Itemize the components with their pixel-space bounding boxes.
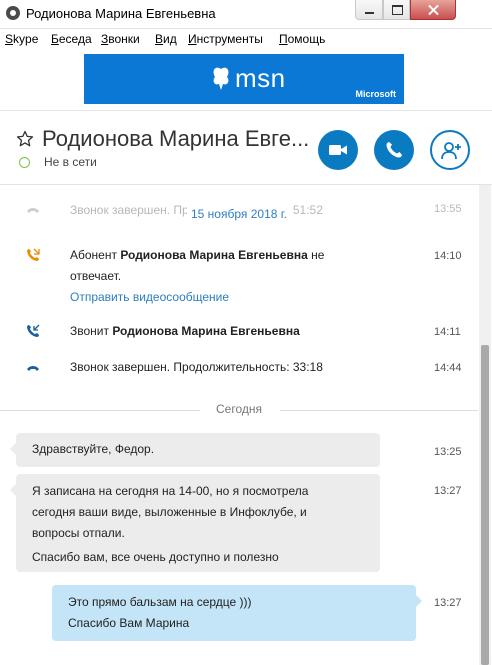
skype-app-icon [6, 6, 20, 20]
missed-call-icon [27, 248, 40, 261]
presence-status-text: Не в сети [44, 155, 97, 169]
window-title-bar[interactable]: Родионова Марина Евгеньевна [0, 0, 492, 29]
message-time: 13:27 [434, 485, 462, 497]
message-text: Спасибо вам, все очень доступно и полезн… [32, 550, 279, 564]
incoming-call-icon [27, 324, 40, 337]
event-time: 14:10 [434, 250, 462, 262]
message-bubble-incoming[interactable]: Здравствуйте, Федор. [10, 433, 380, 467]
menu-view[interactable]: Вид [155, 32, 177, 46]
ad-vendor: Microsoft [355, 89, 397, 99]
message-time: 13:25 [434, 446, 462, 458]
header-divider [0, 110, 492, 111]
date-label: 15 ноября 2018 г. [0, 207, 478, 221]
presence-status-icon [19, 157, 30, 168]
message-text: Спасибо Вам Марина [68, 616, 190, 630]
phone-icon [386, 142, 402, 158]
event-time: 14:11 [434, 326, 461, 338]
contact-name: Родионова Марина Евге... [42, 126, 310, 151]
event-time: 14:44 [434, 362, 462, 374]
message-bubble-outgoing[interactable]: Это прямо бальзам на сердце ))) Спасибо … [52, 585, 422, 641]
menu-skype[interactable]: Skype [5, 32, 38, 46]
caller-name: Родионова Марина Евгеньевна [120, 248, 308, 262]
send-video-message-link[interactable]: Отправить видеосообщение [70, 290, 229, 304]
window-title: Родионова Марина Евгеньевна [26, 6, 216, 21]
add-contact-icon [441, 142, 461, 160]
conversation-history[interactable]: Звонок завершен. Продолжительность: 51:5… [0, 185, 478, 665]
today-label: Сегодня [216, 402, 262, 416]
call-ended-event: Звонок завершен. Продолжительность: 33:1… [70, 360, 323, 374]
minimize-button[interactable] [355, 0, 383, 20]
favorite-star-icon[interactable] [16, 130, 34, 148]
menu-tools[interactable]: Инструменты [188, 32, 263, 46]
message-bubble-incoming[interactable]: Я записана на сегодня на 14-00, но я пос… [10, 474, 380, 572]
message-time: 13:27 [434, 597, 462, 609]
message-text: Здравствуйте, Федор. [32, 442, 155, 456]
audio-call-button[interactable] [374, 130, 414, 170]
video-call-button[interactable] [318, 130, 358, 170]
menu-calls[interactable]: Звонки [101, 32, 140, 46]
message-text: вопросы отпали. [32, 526, 125, 540]
ad-banner[interactable]: msn Microsoft [84, 54, 404, 104]
caller-name: Родионова Марина Евгеньевна [112, 324, 300, 338]
close-button[interactable] [410, 0, 456, 20]
add-contact-button[interactable] [430, 130, 470, 170]
message-text: Я записана на сегодня на 14-00, но я пос… [32, 484, 309, 498]
ad-brand: msn [235, 63, 286, 93]
message-text: Это прямо бальзам на сердце ))) [68, 595, 252, 609]
menu-bar: Skype Беседа Звонки Вид Инструменты Помо… [0, 29, 492, 49]
menu-help[interactable]: Помощь [279, 32, 325, 46]
menu-conversation[interactable]: Беседа [51, 32, 92, 46]
incoming-call-event: Звонит Родионова Марина Евгеньевна [70, 324, 300, 338]
call-ended-icon [27, 366, 39, 371]
conversation-scrollbar[interactable] [479, 185, 491, 665]
msn-butterfly-icon [213, 67, 229, 90]
video-camera-icon [329, 145, 347, 155]
missed-call-event: Абонент Родионова Марина Евгеньевна не о… [70, 248, 325, 304]
maximize-button[interactable] [383, 0, 410, 20]
message-text: сегодня ваши виде, выложенные в Инфоклуб… [32, 505, 307, 519]
scrollbar-thumb[interactable] [481, 345, 489, 665]
